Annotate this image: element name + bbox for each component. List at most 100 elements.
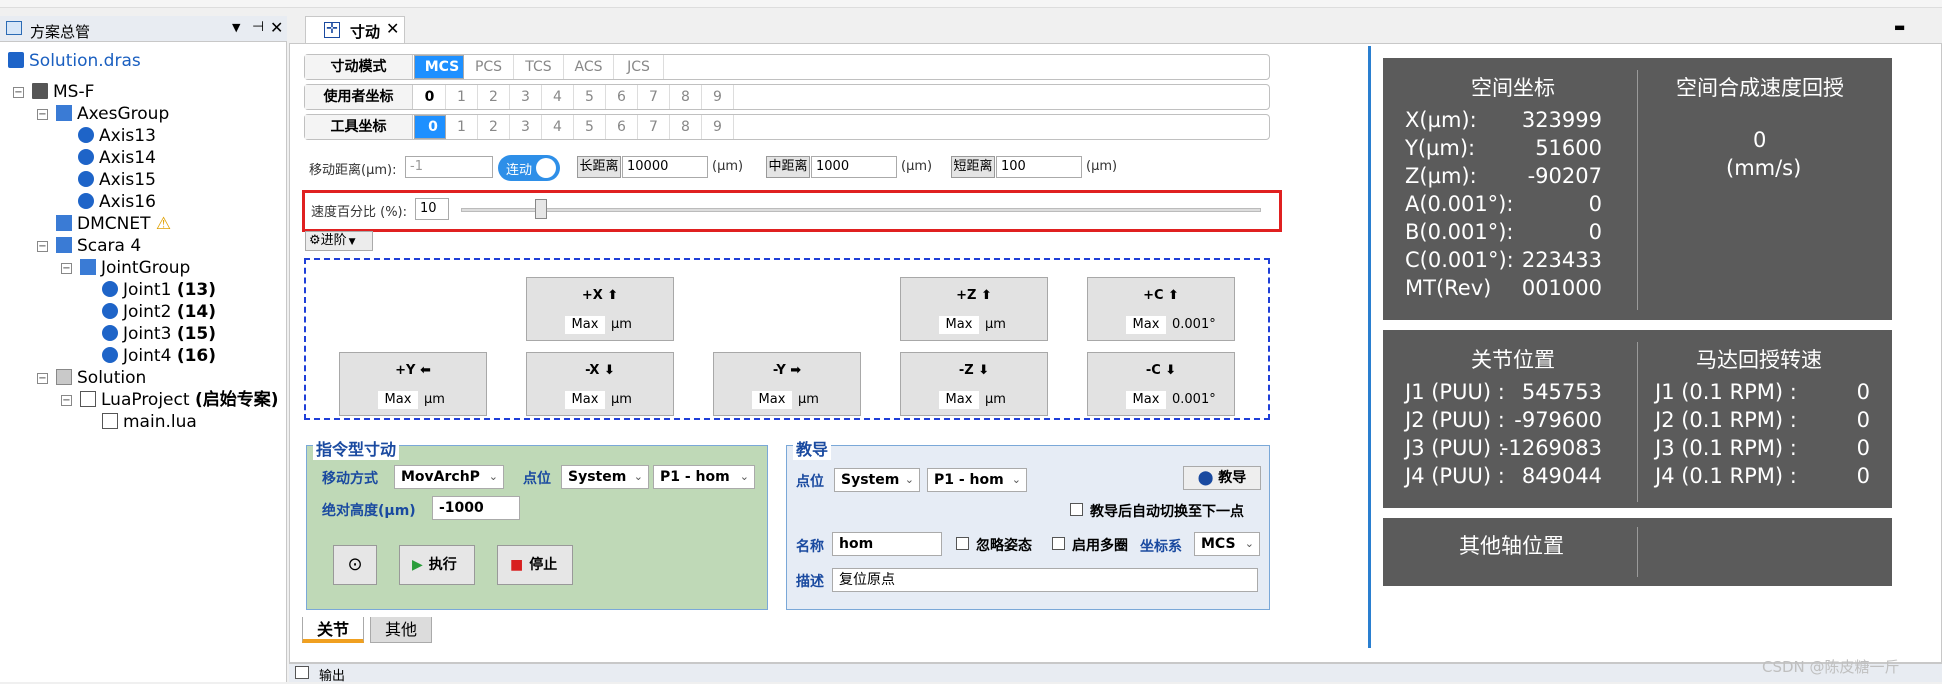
ignore-pose-checkbox[interactable] [956, 537, 969, 550]
mode-pcs[interactable]: PCS [464, 55, 514, 79]
menu-icon[interactable]: ▬ [1894, 20, 1905, 34]
mode-mcs[interactable]: MCS [414, 55, 464, 79]
tool-coord-4[interactable]: 4 [542, 115, 574, 139]
link-toggle[interactable]: 连动 [498, 155, 560, 181]
mode-jcs[interactable]: JCS [614, 55, 664, 79]
advanced-button[interactable]: ⚙进阶 ▼ [305, 231, 373, 251]
jog-plus-y-button[interactable]: +Y ⬅ Max µm [339, 352, 487, 416]
tree-axis13[interactable]: Axis13 [78, 125, 156, 147]
mid-distance-input[interactable]: 1000 [811, 156, 897, 178]
tree-axesgroup[interactable]: AxesGroup [56, 103, 169, 125]
tree-joint3[interactable]: Joint3 (15) [102, 323, 216, 345]
tree-solution-file[interactable]: Solution.dras [8, 50, 141, 72]
tool-coord-5[interactable]: 5 [574, 115, 606, 139]
pin-icon[interactable]: ⊣ [252, 19, 264, 35]
jog-plus-c-button[interactable]: +C ⬆ Max 0.001° [1087, 277, 1235, 341]
point-select[interactable]: P1 - hom ⌄ [653, 465, 755, 489]
user-coord-7[interactable]: 7 [638, 85, 670, 109]
auto-next-checkbox[interactable] [1070, 503, 1083, 516]
output-bar[interactable]: 输出 [289, 663, 1942, 684]
jog-minus-x-button[interactable]: -X ⬇ Max µm [526, 352, 674, 416]
execute-button[interactable]: ▶ 执行 [399, 545, 475, 585]
tool-coord-3[interactable]: 3 [510, 115, 542, 139]
tool-coord-8[interactable]: 8 [670, 115, 702, 139]
gear-icon [78, 171, 94, 187]
user-coord-0[interactable]: 0 [414, 85, 446, 109]
tree-luaproject[interactable]: LuaProject (启始专案) [80, 389, 278, 411]
user-coord-2[interactable]: 2 [478, 85, 510, 109]
collapse-icon[interactable]: − [37, 241, 48, 252]
teach-button[interactable]: ⬤ 教导 [1183, 466, 1261, 490]
move-mode-select[interactable]: MovArchP ⌄ [394, 465, 504, 489]
move-distance-input[interactable]: -1 [405, 156, 493, 178]
long-distance-button[interactable]: 长距离 [577, 156, 621, 178]
jog-minus-z-button[interactable]: -Z ⬇ Max µm [900, 352, 1048, 416]
jog-plus-z-button[interactable]: +Z ⬆ Max µm [900, 277, 1048, 341]
user-coord-9[interactable]: 9 [702, 85, 734, 109]
tree-main-lua[interactable]: main.lua [102, 411, 197, 433]
desc-input[interactable]: 复位原点 [832, 568, 1258, 592]
user-coord-8[interactable]: 8 [670, 85, 702, 109]
jog-minus-c-button[interactable]: -C ⬇ Max 0.001° [1087, 352, 1235, 416]
close-icon[interactable]: ✕ [270, 18, 283, 37]
teach-system-select[interactable]: System ⌄ [834, 468, 920, 492]
tool-coord-2[interactable]: 2 [478, 115, 510, 139]
collapse-icon[interactable]: − [37, 109, 48, 120]
tab-joint[interactable]: 关节 [302, 617, 364, 643]
speed-percent-input[interactable]: 10 [415, 198, 449, 220]
collapse-icon[interactable]: − [13, 87, 24, 98]
speed-slider-thumb[interactable] [535, 199, 547, 219]
user-coord-label: 使用者坐标 [305, 85, 413, 109]
tree-joint4[interactable]: Joint4 (16) [102, 345, 216, 367]
user-coord-3[interactable]: 3 [510, 85, 542, 109]
tree-axis16[interactable]: Axis16 [78, 191, 156, 213]
mode-tcs[interactable]: TCS [514, 55, 564, 79]
long-distance-input[interactable]: 10000 [622, 156, 708, 178]
toggle-knob [536, 158, 556, 178]
tool-coord-6[interactable]: 6 [606, 115, 638, 139]
abs-height-input[interactable]: -1000 [432, 496, 520, 520]
collapse-icon[interactable]: − [61, 263, 72, 274]
tree-solution[interactable]: Solution [56, 367, 146, 389]
user-coord-5[interactable]: 5 [574, 85, 606, 109]
tool-coord-1[interactable]: 1 [446, 115, 478, 139]
short-distance-button[interactable]: 短距离 [951, 156, 995, 178]
dropdown-icon[interactable]: ▼ [232, 21, 240, 34]
stop-button[interactable]: ■ 停止 [497, 545, 573, 585]
tool-coord-7[interactable]: 7 [638, 115, 670, 139]
user-coord-1[interactable]: 1 [446, 85, 478, 109]
mode-acs[interactable]: ACS [564, 55, 614, 79]
tool-coord-9[interactable]: 9 [702, 115, 734, 139]
multi-turn-checkbox[interactable] [1052, 537, 1065, 550]
chevron-down-icon: ⌄ [633, 470, 643, 483]
folder-icon [8, 52, 24, 68]
teach-point-select[interactable]: P1 - hom ⌄ [927, 468, 1027, 492]
tab-jog[interactable]: ✛ 寸动 ✕ [305, 16, 405, 43]
user-coord-4[interactable]: 4 [542, 85, 574, 109]
record-icon[interactable]: ⊙ [333, 545, 377, 585]
tree-axis15[interactable]: Axis15 [78, 169, 156, 191]
jog-minus-y-button[interactable]: -Y ➡ Max µm [713, 352, 861, 416]
group-icon [80, 259, 96, 275]
user-coord-6[interactable]: 6 [606, 85, 638, 109]
jog-plus-x-button[interactable]: +X ⬆ Max µm [526, 277, 674, 341]
tree-joint1[interactable]: Joint1 (13) [102, 279, 216, 301]
close-icon[interactable]: ✕ [386, 19, 399, 38]
tree-scara4[interactable]: Scara 4 [56, 235, 141, 257]
tree-dmcnet[interactable]: DMCNET ⚠ [56, 213, 171, 235]
collapse-icon[interactable]: − [61, 395, 72, 406]
collapse-icon[interactable]: − [37, 373, 48, 384]
name-input[interactable]: hom [832, 532, 942, 556]
tree-ms-f[interactable]: MS-F [32, 81, 94, 103]
separator [1637, 342, 1638, 502]
coord-select[interactable]: MCS ⌄ [1194, 532, 1260, 556]
short-distance-input[interactable]: 100 [996, 156, 1082, 178]
tree-joint2[interactable]: Joint2 (14) [102, 301, 216, 323]
tree-axis14[interactable]: Axis14 [78, 147, 156, 169]
mid-distance-button[interactable]: 中距离 [766, 156, 810, 178]
tool-coord-0[interactable]: 0 [414, 115, 446, 139]
point-system-select[interactable]: System ⌄ [561, 465, 649, 489]
tree-jointgroup[interactable]: JointGroup [80, 257, 190, 279]
tab-other[interactable]: 其他 [370, 617, 432, 643]
speed-slider-track[interactable] [461, 208, 1261, 212]
